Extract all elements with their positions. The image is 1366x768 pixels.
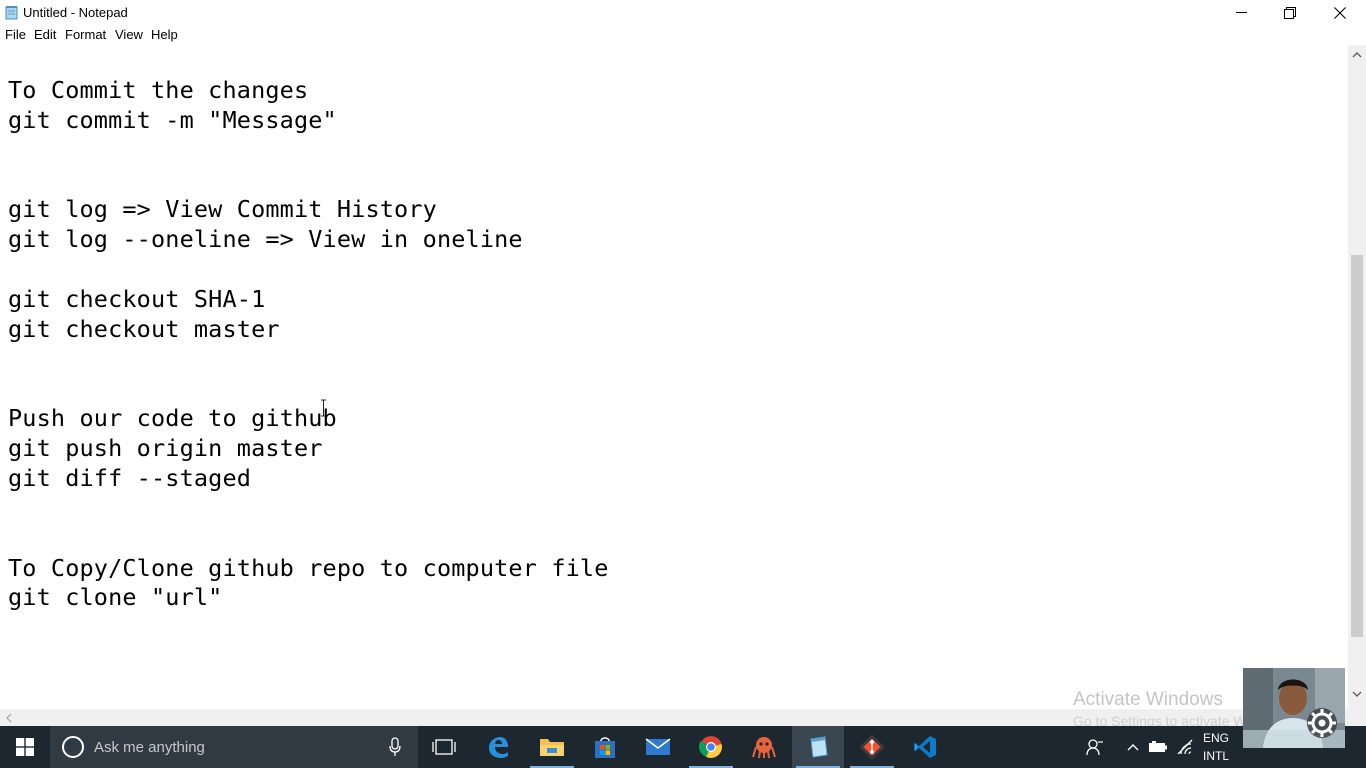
scroll-down-arrow-icon[interactable] [1352, 691, 1362, 698]
activate-windows-title: Activate Windows [1073, 689, 1223, 710]
notepad-icon [810, 736, 828, 758]
file-explorer-taskbar-button[interactable] [526, 726, 578, 768]
scrollbar-corner [1348, 709, 1366, 726]
close-icon [1334, 6, 1346, 19]
mail-taskbar-button[interactable] [632, 726, 684, 768]
task-view-button[interactable] [418, 726, 470, 768]
menu-view[interactable]: View [115, 27, 143, 43]
cortana-search-box[interactable]: Ask me anything [50, 726, 418, 768]
vertical-scroll-thumb[interactable] [1351, 255, 1363, 637]
restore-icon [1284, 6, 1296, 19]
start-button[interactable] [0, 726, 50, 768]
folder-icon [540, 739, 564, 756]
microphone-icon[interactable] [388, 737, 402, 757]
menu-format[interactable]: Format [65, 27, 106, 43]
minimize-button[interactable] [1218, 0, 1264, 25]
close-button[interactable] [1317, 0, 1363, 25]
chrome-icon [699, 736, 722, 758]
show-hidden-icons-button[interactable] [1124, 726, 1142, 768]
git-taskbar-button[interactable] [846, 726, 898, 768]
battery-tray-button[interactable] [1147, 726, 1169, 768]
search-placeholder: Ask me anything [94, 739, 205, 756]
windows-logo-icon [16, 738, 34, 756]
language-indicator[interactable]: ENG INTL [1198, 729, 1234, 765]
chevron-up-icon [1127, 744, 1139, 751]
chrome-taskbar-button[interactable] [685, 726, 737, 768]
git-icon [859, 734, 885, 760]
menu-bar: File Edit Format View Help [0, 25, 1366, 45]
edge-taskbar-button[interactable] [472, 726, 524, 768]
menu-file[interactable]: File [5, 27, 26, 43]
edge-icon [489, 737, 508, 758]
gitkraken-taskbar-button[interactable] [738, 726, 790, 768]
cortana-icon [62, 736, 84, 758]
ibeam-cursor-icon [321, 399, 326, 417]
vscode-icon [914, 736, 936, 758]
people-tray-button[interactable] [1084, 726, 1106, 768]
notepad-window: Untitled - Notepad File Edit Format View… [0, 0, 1366, 729]
store-taskbar-button[interactable] [579, 726, 631, 768]
window-title: Untitled - Notepad [23, 5, 128, 20]
notepad-taskbar-button[interactable] [792, 726, 844, 768]
mail-icon [645, 738, 671, 755]
wifi-tray-button[interactable] [1174, 726, 1196, 768]
gitkraken-icon [752, 737, 776, 759]
people-icon [1086, 739, 1103, 756]
vscode-taskbar-button[interactable] [899, 726, 951, 768]
scroll-left-arrow-icon[interactable] [5, 713, 12, 723]
vertical-scrollbar[interactable] [1348, 45, 1366, 709]
minimize-icon [1235, 12, 1247, 13]
menu-help[interactable]: Help [151, 27, 178, 43]
store-icon [595, 737, 615, 758]
title-bar[interactable]: Untitled - Notepad [0, 0, 1366, 25]
notepad-app-icon [5, 6, 18, 20]
menu-edit[interactable]: Edit [34, 27, 56, 43]
editor-text-content[interactable]: To Commit the changes git commit -m "Mes… [8, 76, 609, 613]
wifi-icon [1177, 739, 1193, 755]
language-line-2: INTL [1202, 749, 1229, 763]
task-view-icon [432, 739, 456, 755]
battery-icon [1149, 741, 1167, 752]
settings-gear-icon[interactable] [1305, 706, 1339, 740]
restore-button[interactable] [1267, 0, 1313, 25]
language-line-1: ENG [1202, 731, 1229, 745]
text-editor[interactable]: To Commit the changes git commit -m "Mes… [0, 45, 1348, 709]
scroll-up-arrow-icon[interactable] [1352, 51, 1362, 58]
taskbar: Ask me anything ENG INTL [0, 726, 1366, 768]
